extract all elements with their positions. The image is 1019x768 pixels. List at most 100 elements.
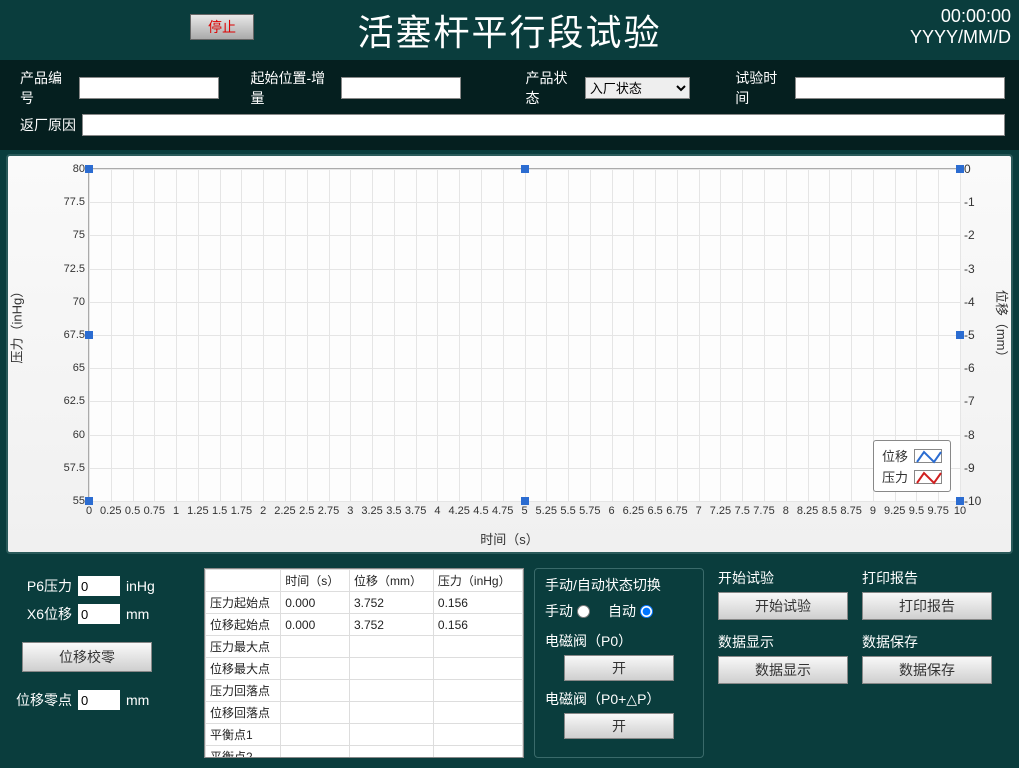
x-axis-label: 时间（s） bbox=[480, 529, 539, 548]
x-tick: 3.5 bbox=[386, 505, 401, 517]
chart-marker[interactable] bbox=[956, 165, 964, 173]
p6-input[interactable] bbox=[78, 576, 120, 596]
p6-unit: inHg bbox=[126, 578, 162, 594]
y-tick-right: -5 bbox=[964, 328, 975, 342]
x-tick: 8.5 bbox=[822, 505, 837, 517]
y-tick-left: 77.5 bbox=[64, 196, 85, 208]
x-tick: 4.25 bbox=[448, 505, 469, 517]
chart-marker[interactable] bbox=[85, 165, 93, 173]
x-tick: 9.25 bbox=[884, 505, 905, 517]
date-display: YYYY/MM/D bbox=[910, 27, 1011, 48]
x-tick: 1 bbox=[173, 505, 179, 517]
x-tick: 9.5 bbox=[909, 505, 924, 517]
x-tick: 7.75 bbox=[753, 505, 774, 517]
y-tick-right: -7 bbox=[964, 394, 975, 408]
return-reason-label: 返厂原因 bbox=[20, 115, 76, 135]
x-tick: 7.5 bbox=[735, 505, 750, 517]
plot-area[interactable]: 5557.56062.56567.57072.57577.5800-1-2-3-… bbox=[88, 168, 961, 502]
x-tick: 5 bbox=[521, 505, 527, 517]
y-tick-left: 67.5 bbox=[64, 329, 85, 341]
y-tick-right: -2 bbox=[964, 228, 975, 242]
mode-box: 手动/自动状态切换 手动 自动 电磁阀（P0） 开 电磁阀（P0+△P） 开 bbox=[534, 568, 704, 758]
valve1-open-button[interactable]: 开 bbox=[564, 655, 674, 681]
x-tick: 3 bbox=[347, 505, 353, 517]
print-report-button[interactable]: 打印报告 bbox=[862, 592, 992, 620]
x-tick: 2.25 bbox=[274, 505, 295, 517]
auto-radio-label[interactable]: 自动 bbox=[608, 601, 653, 621]
table-row[interactable]: 位移回落点 bbox=[206, 702, 523, 724]
auto-radio[interactable] bbox=[640, 605, 653, 618]
chart-marker[interactable] bbox=[521, 165, 529, 173]
x-tick: 5.75 bbox=[579, 505, 600, 517]
x-tick: 0 bbox=[86, 505, 92, 517]
table-row[interactable]: 压力最大点 bbox=[206, 636, 523, 658]
show-header: 数据显示 bbox=[718, 632, 848, 652]
table-header: 位移（mm） bbox=[349, 570, 433, 592]
save-header: 数据保存 bbox=[862, 632, 992, 652]
product-status-label: 产品状态 bbox=[526, 68, 579, 108]
test-time-input[interactable] bbox=[795, 77, 1005, 99]
x-tick: 0.75 bbox=[144, 505, 165, 517]
manual-radio[interactable] bbox=[577, 605, 590, 618]
legend-item-pres: 压力 bbox=[880, 466, 944, 487]
meta-bar: 产品编号 起始位置-增量 产品状态 入厂状态 试验时间 返厂原因 bbox=[0, 60, 1019, 150]
start-pos-input[interactable] bbox=[341, 77, 461, 99]
header: 停止 活塞杆平行段试验 00:00:00 YYYY/MM/D bbox=[0, 0, 1019, 60]
y-tick-left: 72.5 bbox=[64, 263, 85, 275]
test-time-label: 试验时间 bbox=[735, 68, 788, 108]
zero-label: 位移零点 bbox=[14, 690, 72, 710]
x-tick: 7.25 bbox=[710, 505, 731, 517]
chart-marker[interactable] bbox=[956, 497, 964, 505]
mode-header: 手动/自动状态切换 bbox=[545, 575, 693, 595]
x-tick: 2.5 bbox=[299, 505, 314, 517]
chart-marker[interactable] bbox=[85, 331, 93, 339]
legend-icon-pres bbox=[914, 470, 942, 484]
return-reason-input[interactable] bbox=[82, 114, 1005, 136]
y-axis-right-label: 位移（mm） bbox=[994, 290, 1013, 364]
x-tick: 4.75 bbox=[492, 505, 513, 517]
x-tick: 6.5 bbox=[647, 505, 662, 517]
legend-item-disp: 位移 bbox=[880, 445, 944, 466]
legend: 位移 压力 bbox=[873, 440, 951, 492]
zero-input[interactable] bbox=[78, 690, 120, 710]
table-row[interactable]: 位移最大点 bbox=[206, 658, 523, 680]
y-tick-right: 0 bbox=[964, 162, 971, 176]
y-tick-left: 75 bbox=[73, 229, 85, 241]
y-tick-left: 80 bbox=[73, 163, 85, 175]
x-tick: 3.25 bbox=[361, 505, 382, 517]
table-header: 时间（s） bbox=[281, 570, 350, 592]
x-tick: 8 bbox=[783, 505, 789, 517]
y-tick-right: -10 bbox=[964, 494, 981, 508]
stop-button[interactable]: 停止 bbox=[190, 14, 254, 40]
y-tick-right: -1 bbox=[964, 195, 975, 209]
x-tick: 2 bbox=[260, 505, 266, 517]
product-no-input[interactable] bbox=[79, 77, 219, 99]
start-test-button[interactable]: 开始试验 bbox=[718, 592, 848, 620]
x-tick: 9.75 bbox=[928, 505, 949, 517]
zero-unit: mm bbox=[126, 692, 162, 708]
table-row[interactable]: 位移起始点0.0003.7520.156 bbox=[206, 614, 523, 636]
bottom-panel: P6压力 inHg X6位移 mm 位移校零 位移零点 mm 时间（s）位移（m… bbox=[0, 560, 1019, 768]
manual-radio-label[interactable]: 手动 bbox=[545, 601, 590, 621]
data-table-wrap[interactable]: 时间（s）位移（mm）压力（inHg）压力起始点0.0003.7520.156位… bbox=[204, 568, 524, 758]
table-row[interactable]: 压力回落点 bbox=[206, 680, 523, 702]
y-axis-left-label: 压力（inHg） bbox=[7, 285, 26, 364]
p6-label: P6压力 bbox=[14, 576, 72, 596]
x6-input[interactable] bbox=[78, 604, 120, 624]
chart-marker[interactable] bbox=[85, 497, 93, 505]
table-row[interactable]: 压力起始点0.0003.7520.156 bbox=[206, 592, 523, 614]
calibrate-button[interactable]: 位移校零 bbox=[22, 642, 152, 672]
x-tick: 3.75 bbox=[405, 505, 426, 517]
save-data-button[interactable]: 数据保存 bbox=[862, 656, 992, 684]
valve2-open-button[interactable]: 开 bbox=[564, 713, 674, 739]
chart-marker[interactable] bbox=[956, 331, 964, 339]
product-status-select[interactable]: 入厂状态 bbox=[585, 77, 690, 99]
x-tick: 9 bbox=[870, 505, 876, 517]
chart-marker[interactable] bbox=[521, 497, 529, 505]
y-tick-left: 65 bbox=[73, 362, 85, 374]
table-row[interactable]: 平衡点2 bbox=[206, 746, 523, 759]
table-row[interactable]: 平衡点1 bbox=[206, 724, 523, 746]
show-data-button[interactable]: 数据显示 bbox=[718, 656, 848, 684]
y-tick-right: -6 bbox=[964, 361, 975, 375]
control-column: 手动/自动状态切换 手动 自动 电磁阀（P0） 开 电磁阀（P0+△P） 开 开… bbox=[534, 568, 1009, 758]
